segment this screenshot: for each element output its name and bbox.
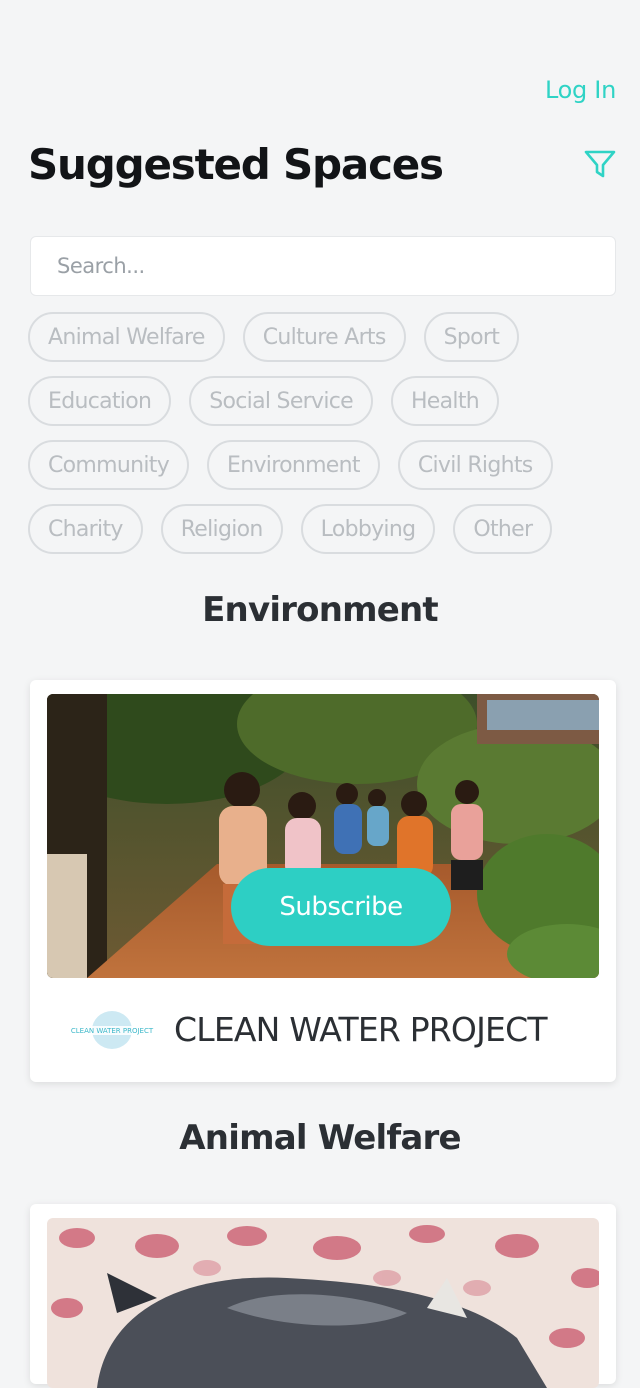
- chip-charity[interactable]: Charity: [28, 504, 143, 554]
- chip-environment[interactable]: Environment: [207, 440, 380, 490]
- space-cover-image: Subscribe: [47, 694, 599, 978]
- org-logo-text: CLEAN WATER PROJECT: [71, 1027, 154, 1035]
- chip-row: Community Environment Civil Rights: [28, 440, 618, 490]
- space-card[interactable]: Subscribe CLEAN WATER PROJECT CLEAN WATE…: [30, 680, 616, 1082]
- category-filter-chips: Animal Welfare Culture Arts Sport Educat…: [28, 312, 618, 568]
- chip-animal-welfare[interactable]: Animal Welfare: [28, 312, 225, 362]
- chip-row: Charity Religion Lobbying Other: [28, 504, 618, 554]
- search-input[interactable]: [30, 236, 616, 296]
- org-logo: CLEAN WATER PROJECT: [66, 1011, 158, 1049]
- chip-lobbying[interactable]: Lobbying: [300, 504, 436, 554]
- chip-row: Education Social Service Health: [28, 376, 618, 426]
- chip-religion[interactable]: Religion: [160, 504, 283, 554]
- chip-culture-arts[interactable]: Culture Arts: [242, 312, 406, 362]
- section-title-environment: Environment: [202, 590, 439, 630]
- filter-icon[interactable]: [582, 146, 618, 182]
- space-card[interactable]: [30, 1204, 616, 1388]
- section-title-animal-welfare: Animal Welfare: [179, 1118, 461, 1158]
- status-bar-area: [0, 0, 640, 70]
- page-title: Suggested Spaces: [28, 140, 444, 189]
- space-cover-image: [47, 1218, 599, 1388]
- chip-social-service[interactable]: Social Service: [189, 376, 373, 426]
- chip-row: Animal Welfare Culture Arts Sport: [28, 312, 618, 362]
- chip-community[interactable]: Community: [28, 440, 190, 490]
- chip-education[interactable]: Education: [28, 376, 172, 426]
- chip-civil-rights[interactable]: Civil Rights: [397, 440, 553, 490]
- org-name: CLEAN WATER PROJECT: [174, 1010, 547, 1049]
- chip-other[interactable]: Other: [453, 504, 553, 554]
- subscribe-button[interactable]: Subscribe: [231, 868, 451, 946]
- cat-photo: [47, 1218, 599, 1388]
- login-link[interactable]: Log In: [545, 76, 616, 104]
- chip-health[interactable]: Health: [390, 376, 500, 426]
- chip-sport[interactable]: Sport: [423, 312, 520, 362]
